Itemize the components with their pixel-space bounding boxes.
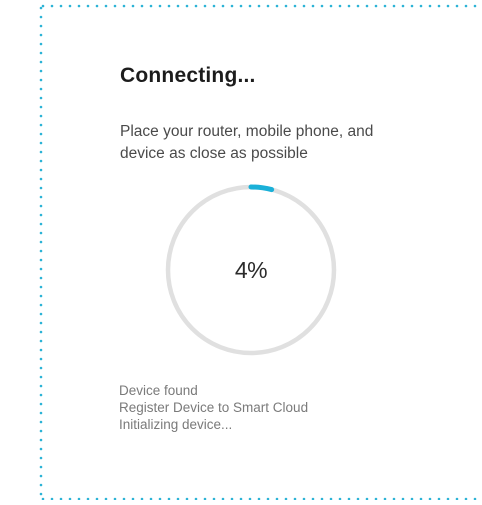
page-title: Connecting... <box>120 64 256 87</box>
instruction-text: Place your router, mobile phone, and dev… <box>120 121 430 165</box>
instruction-line-1: Place your router, mobile phone, and <box>120 123 374 140</box>
instruction-line-2: device as close as possible <box>120 145 308 162</box>
status-step-initializing: Initializing device... <box>119 417 233 432</box>
status-list: Device found Register Device to Smart Cl… <box>119 382 308 433</box>
status-step-register-cloud: Register Device to Smart Cloud <box>119 400 309 415</box>
progress-percentage: 4% <box>234 256 268 283</box>
status-step-device-found: Device found <box>119 383 198 398</box>
